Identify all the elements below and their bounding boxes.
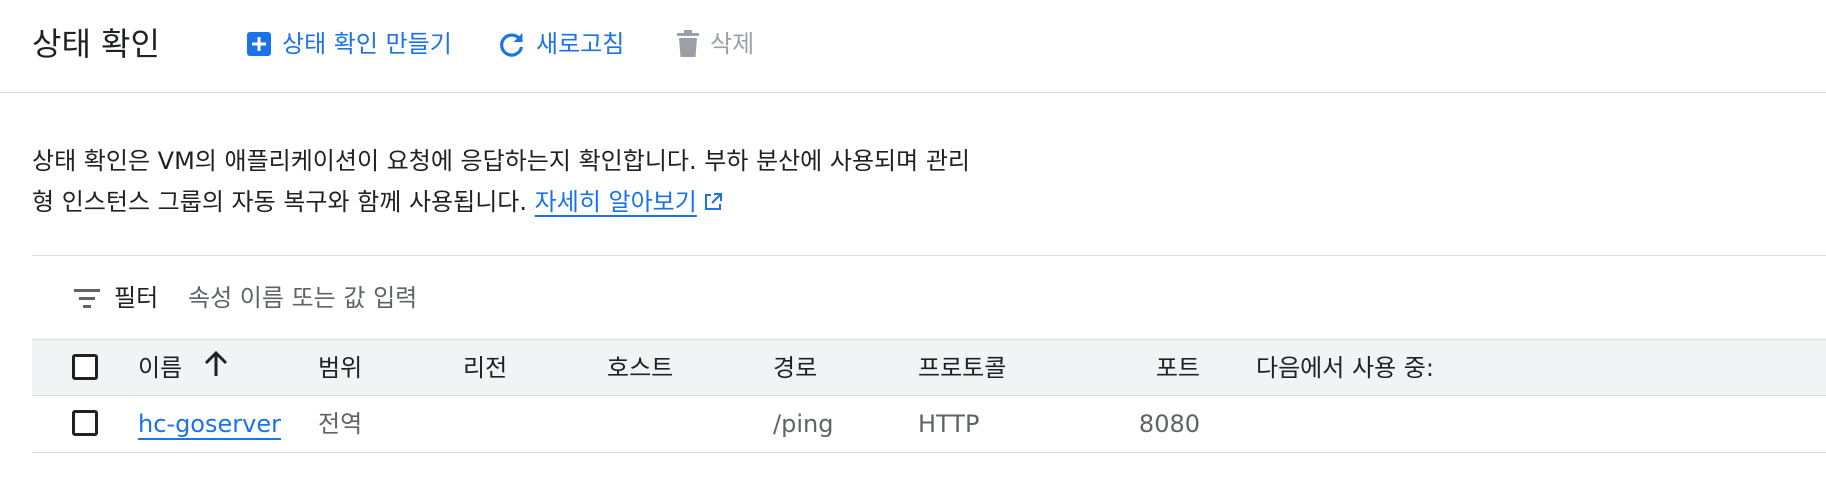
description-line-2-text: 형 인스턴스 그룹의 자동 복구와 함께 사용됩니다.: [32, 188, 528, 216]
filter-input[interactable]: [188, 278, 1088, 318]
health-checks-table: 이름 범위 리전 호스트 경로 프로토콜 포트 다음에서 사용 중: hc-go…: [32, 339, 1826, 453]
page-title: 상태 확인: [32, 25, 160, 63]
table-row: hc-goserver 전역 /ping HTTP 8080: [32, 396, 1826, 453]
add-box-icon: [246, 31, 272, 57]
row-checkbox[interactable]: [72, 410, 98, 436]
filter-bar: 필터: [32, 278, 1826, 318]
create-health-check-button[interactable]: 상태 확인 만들기: [246, 26, 452, 62]
row-protocol-cell: HTTP: [918, 410, 980, 438]
row-scope-cell: 전역: [318, 410, 363, 438]
select-all-checkbox[interactable]: [72, 354, 98, 380]
delete-button[interactable]: 삭제: [676, 26, 754, 62]
arrow-up-icon[interactable]: [204, 341, 228, 397]
section-divider: [32, 255, 1826, 256]
column-header-region[interactable]: 리전: [463, 340, 507, 396]
column-header-protocol[interactable]: 프로토콜: [918, 340, 1006, 396]
external-link-icon: [703, 184, 723, 225]
trash-icon: [676, 30, 700, 58]
column-header-path[interactable]: 경로: [773, 340, 817, 396]
delete-button-label: 삭제: [710, 30, 755, 58]
row-path-cell: /ping: [773, 410, 834, 438]
column-header-name[interactable]: 이름: [138, 340, 228, 396]
page-header: 상태 확인 상태 확인 만들기 새로고침 삭제: [0, 0, 1826, 93]
description-line-1: 상태 확인은 VM의 애플리케이션이 요청에 응답하는지 확인합니다. 부하 분…: [32, 147, 971, 175]
row-port-cell: 8080: [1138, 410, 1200, 438]
health-check-name-link[interactable]: hc-goserver: [138, 410, 281, 438]
refresh-button[interactable]: 새로고침: [498, 26, 624, 62]
row-name-cell: hc-goserver: [138, 396, 281, 452]
column-header-port[interactable]: 포트: [1072, 340, 1200, 396]
description-line-2: 형 인스턴스 그룹의 자동 복구와 함께 사용됩니다. 자세히 알아보기: [32, 182, 1092, 225]
column-header-host[interactable]: 호스트: [607, 340, 673, 396]
column-header-used-by[interactable]: 다음에서 사용 중:: [1256, 340, 1434, 396]
filter-label: 필터: [114, 284, 159, 312]
refresh-icon: [498, 30, 526, 58]
create-button-label: 상태 확인 만들기: [282, 30, 452, 58]
learn-more-link[interactable]: 자세히 알아보기: [535, 188, 697, 216]
column-header-name-label: 이름: [138, 354, 183, 382]
table-header-row: 이름 범위 리전 호스트 경로 프로토콜 포트 다음에서 사용 중:: [32, 339, 1826, 396]
filter-icon[interactable]: [74, 286, 100, 314]
health-checks-page: 상태 확인 상태 확인 만들기 새로고침 삭제 상태 확인은 VM의 애플리케이…: [0, 0, 1826, 482]
refresh-button-label: 새로고침: [536, 30, 625, 58]
column-header-scope[interactable]: 범위: [318, 340, 362, 396]
page-description: 상태 확인은 VM의 애플리케이션이 요청에 응답하는지 확인합니다. 부하 분…: [32, 141, 1092, 225]
